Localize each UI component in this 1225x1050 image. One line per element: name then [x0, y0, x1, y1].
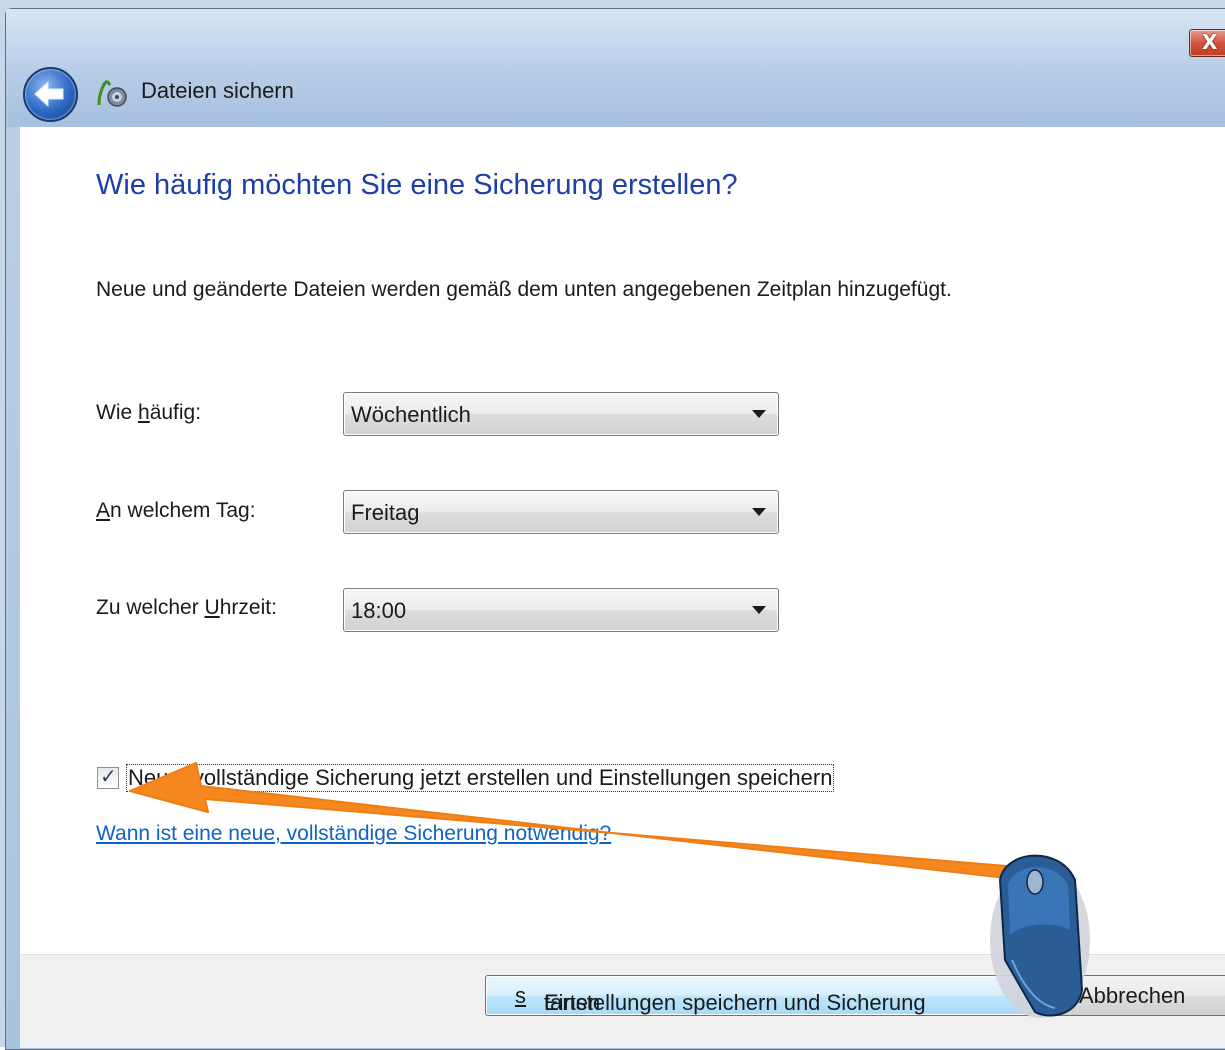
day-select[interactable]: Freitag — [343, 490, 779, 534]
title-bar — [6, 9, 1225, 127]
full-backup-checkbox[interactable]: ✓ — [97, 764, 119, 789]
save-and-start-backup-label-text-end: tarten — [544, 990, 601, 1015]
time-select[interactable]: 18:00 — [343, 588, 779, 632]
day-label: An welchem Tag: — [96, 499, 256, 523]
frequency-select-value: Wöchentlich — [351, 402, 471, 427]
close-icon: X — [1202, 30, 1218, 54]
time-label: Zu welcher Uhrzeit: — [96, 596, 277, 620]
chevron-down-icon — [752, 508, 766, 516]
save-and-start-backup-button[interactable]: Einstellungen speichern und Sicherung st… — [485, 975, 1031, 1016]
time-label-text: Zu welcher — [96, 596, 205, 619]
full-backup-checkbox-label[interactable]: Neue, vollständige Sicherung jetzt erste… — [126, 764, 835, 792]
back-button[interactable] — [23, 67, 78, 122]
cancel-button-label: Abbrechen — [1079, 983, 1186, 1008]
time-label-accesskey: U — [204, 596, 220, 619]
time-select-value: 18:00 — [351, 598, 407, 623]
window-title: Dateien sichern — [141, 78, 294, 103]
page-title: Wie häufig möchten Sie eine Sicherung er… — [96, 169, 738, 201]
backup-icon — [97, 79, 127, 107]
day-select-value: Freitag — [351, 500, 420, 525]
day-label-text-end: n welchem Tag: — [110, 499, 256, 522]
frequency-label: Wie häufig: — [96, 401, 201, 425]
close-button[interactable]: X — [1189, 29, 1225, 57]
frequency-label-text: Wie — [96, 401, 138, 424]
full-backup-help-link[interactable]: Wann ist eine neue, vollständige Sicheru… — [96, 822, 611, 846]
page-description: Neue und geänderte Dateien werden gemäß … — [96, 278, 952, 301]
save-and-start-backup-label-text: Einstellungen speichern und Sicherung — [544, 990, 926, 1015]
backup-dialog-window: X Dateien sichern Wie häufig möchten Sie… — [0, 0, 1225, 1050]
day-label-accesskey: A — [96, 499, 111, 522]
save-and-start-backup-label: Einstellungen speichern und Sicherung st… — [515, 983, 926, 1015]
frequency-label-text-end: äufig: — [149, 401, 202, 424]
frequency-select[interactable]: Wöchentlich — [343, 392, 779, 436]
frequency-label-accesskey: h — [138, 401, 150, 424]
save-and-start-backup-accesskey: s — [515, 983, 526, 1008]
cancel-button[interactable]: Abbrechen — [1050, 975, 1225, 1016]
back-arrow-icon — [34, 80, 64, 108]
chevron-down-icon — [752, 606, 766, 614]
checkmark-icon: ✓ — [100, 764, 117, 788]
time-label-text-end: hrzeit: — [219, 596, 277, 619]
chevron-down-icon — [752, 410, 766, 418]
